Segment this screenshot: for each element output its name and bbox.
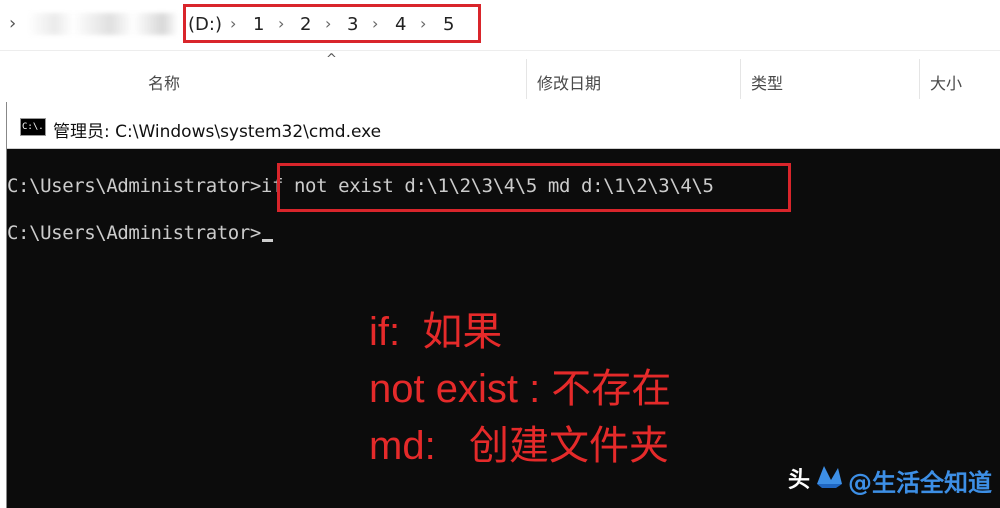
breadcrumb-item-1[interactable]: 1	[253, 14, 264, 35]
watermark-logo-icon	[817, 466, 842, 488]
terminal-line-2: C:\Users\Administrator>	[7, 222, 273, 244]
window-title: 管理员: C:\Windows\system32\cmd.exe	[53, 122, 382, 142]
column-divider[interactable]	[526, 59, 527, 99]
breadcrumb-separator-icon: ›	[230, 14, 237, 33]
watermark-prefix: 头	[788, 468, 811, 493]
text-cursor	[261, 239, 273, 242]
highlight-box-command	[277, 163, 791, 212]
watermark: 头 @生活全知道	[788, 458, 1000, 500]
watermark-label: @生活全知道	[848, 469, 992, 497]
blurred-path-segment	[28, 13, 178, 35]
column-header-modified[interactable]: 修改日期	[537, 70, 601, 94]
chevron-right-icon[interactable]: ›	[9, 13, 16, 34]
breadcrumb-separator-icon: ›	[372, 14, 379, 33]
breadcrumb-separator-icon: ›	[278, 14, 285, 33]
console-icon: C:\.	[20, 118, 46, 136]
breadcrumb-drive[interactable]: (D:)	[188, 14, 222, 35]
prompt-text: C:\Users\Administrator>	[7, 175, 261, 197]
annotation-not-exist: not exist : 不存在	[369, 367, 672, 411]
highlight-box-path	[183, 4, 481, 43]
annotation-md: md: 创建文件夹	[369, 424, 670, 468]
address-bar[interactable]: › (D:) › 1 › 2 › 3 › 4 › 5	[0, 0, 1000, 50]
cmd-window[interactable]: C:\. 管理员: C:\Windows\system32\cmd.exe C:…	[6, 102, 1000, 508]
breadcrumb-separator-icon: ›	[420, 14, 427, 33]
breadcrumb-item-3[interactable]: 3	[347, 14, 358, 35]
column-divider[interactable]	[919, 59, 920, 99]
terminal-area[interactable]: C:\Users\Administrator>if not exist d:\1…	[7, 149, 1000, 508]
sort-ascending-icon: ^	[326, 52, 337, 67]
breadcrumb-item-5[interactable]: 5	[443, 14, 454, 35]
column-header-name[interactable]: 名称	[148, 70, 180, 94]
prompt-text: C:\Users\Administrator>	[7, 222, 261, 244]
annotation-if: if: 如果	[369, 310, 503, 354]
breadcrumb-item-2[interactable]: 2	[300, 14, 311, 35]
file-list-header: ^ 名称 修改日期 类型 大小	[0, 50, 1000, 102]
cmd-title-bar[interactable]: C:\. 管理员: C:\Windows\system32\cmd.exe	[7, 102, 1000, 149]
column-divider[interactable]	[740, 59, 741, 99]
breadcrumb-separator-icon: ›	[325, 14, 332, 33]
column-header-size[interactable]: 大小	[930, 70, 962, 94]
column-header-type[interactable]: 类型	[751, 70, 783, 94]
breadcrumb-item-4[interactable]: 4	[395, 14, 406, 35]
